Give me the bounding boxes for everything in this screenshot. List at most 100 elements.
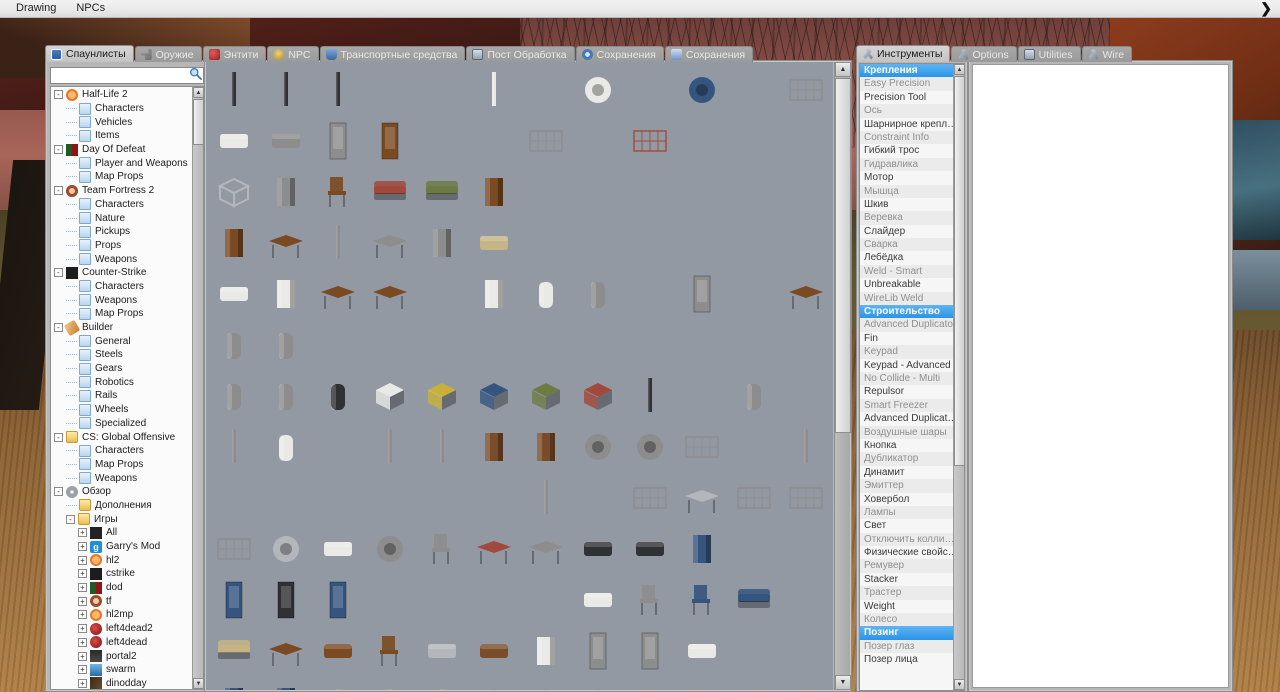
tool-item-мотор[interactable]: Мотор — [860, 171, 953, 184]
tree-node-player-and-weapons[interactable]: Player and Weapons — [51, 156, 192, 170]
tree-node-characters[interactable]: Characters — [51, 102, 192, 116]
spawnicon-stool-wood[interactable] — [364, 625, 415, 676]
spawnicon-bench-red[interactable] — [468, 523, 519, 574]
tool-item-advanced-duplicat-[interactable]: Advanced Duplicat… — [860, 412, 953, 425]
spawnicon-tree-dark[interactable] — [625, 370, 676, 421]
spawnicon-crate-frame-white[interactable] — [364, 370, 415, 421]
tab-оружие[interactable]: Оружие — [135, 46, 202, 62]
tool-item-леб-дка[interactable]: Лебёдка — [860, 251, 953, 264]
spawnicon-bench-metal[interactable] — [677, 472, 728, 523]
spawnicon-locker-blue[interactable] — [677, 523, 728, 574]
spawnicon-radiator-white[interactable] — [208, 115, 259, 166]
spawnicon-sofa-green[interactable] — [416, 166, 467, 217]
tree-scroll-down-button[interactable]: ▼ — [193, 678, 204, 689]
tree-node-specialized[interactable]: Specialized — [51, 417, 192, 431]
tool-item-сварка[interactable]: Сварка — [860, 238, 953, 251]
tree-node-team-fortress-2[interactable]: -Team Fortress 2 — [51, 184, 192, 198]
spawnicon-rock-grey[interactable] — [573, 676, 624, 690]
tab-энтити[interactable]: Энтити — [203, 46, 267, 62]
tool-item-свет[interactable]: Свет — [860, 519, 953, 532]
spawnicon-barrel-rust2[interactable] — [520, 421, 571, 472]
spawnicon-crate-tan2[interactable] — [364, 676, 415, 690]
spawnicon-rod-dark3[interactable] — [312, 64, 363, 115]
tree-node-all[interactable]: +All — [51, 526, 192, 540]
spawnicon-tv-black[interactable] — [573, 523, 624, 574]
spawnicon-table-round[interactable] — [520, 523, 571, 574]
tab-сохранения[interactable]: Сохранения — [576, 46, 664, 62]
collapse-icon[interactable]: - — [54, 186, 63, 195]
spawnicon-bread-tray[interactable] — [260, 115, 311, 166]
tree-node-обзор[interactable]: -Обзор — [51, 485, 192, 499]
tree-node-left4dead2[interactable]: +left4dead2 — [51, 622, 192, 636]
tool-item-keypad-advanced[interactable]: Keypad - Advanced — [860, 359, 953, 372]
spawnicon-desk-wood[interactable] — [260, 625, 311, 676]
tree-node-steels[interactable]: Steels — [51, 348, 192, 362]
spawnicon-barrel-rust[interactable] — [468, 421, 519, 472]
tool-item-физические-свойс-[interactable]: Физические свойс… — [860, 546, 953, 559]
tree-node-vehicles[interactable]: Vehicles — [51, 115, 192, 129]
spawnicon-scroll-thumb[interactable] — [835, 78, 851, 433]
spawnicon-crate-orange[interactable] — [625, 676, 676, 690]
tool-item-ховербол[interactable]: Ховербол — [860, 493, 953, 506]
spawnicon-barred-window[interactable] — [625, 115, 676, 166]
spawnicon-door-panel2[interactable] — [625, 625, 676, 676]
tree-node-garry-s-mod[interactable]: +gGarry's Mod — [51, 540, 192, 554]
spawnicon-pillar-white[interactable] — [520, 268, 571, 319]
tree-node-props[interactable]: Props — [51, 239, 192, 253]
spawnicon-door-grey[interactable] — [312, 115, 363, 166]
expand-icon[interactable]: + — [78, 624, 87, 633]
tree-node-rails[interactable]: Rails — [51, 389, 192, 403]
tool-item-no-collide-multi[interactable]: No Collide - Multi — [860, 372, 953, 385]
tool-item-repulsor[interactable]: Repulsor — [860, 385, 953, 398]
spawnicon-dome-white[interactable] — [573, 64, 624, 115]
spawnicon-chainlink-small[interactable] — [520, 115, 571, 166]
spawnicon-pillar-stone[interactable] — [729, 370, 780, 421]
expand-icon[interactable]: + — [78, 652, 87, 661]
tool-item-динамит[interactable]: Динамит — [860, 466, 953, 479]
tool-item-слайдер[interactable]: Слайдер — [860, 225, 953, 238]
collapse-icon[interactable]: - — [54, 433, 63, 442]
tree-node-weapons[interactable]: Weapons — [51, 471, 192, 485]
tool-item-unbreakable[interactable]: Unbreakable — [860, 278, 953, 291]
tools-scrollbar[interactable]: ▲ ▼ — [953, 64, 964, 690]
spawnicon-armchair-tan[interactable] — [208, 625, 259, 676]
spawnicon-lamp-shade-white[interactable] — [468, 64, 519, 115]
spawnicon-crate-orange2[interactable] — [677, 676, 728, 690]
spawnicon-wheel-tire[interactable] — [625, 421, 676, 472]
spawnicon-dresser-wood[interactable] — [208, 217, 259, 268]
tool-item-позер-глаз[interactable]: Позер глаз — [860, 640, 953, 653]
tool-item-precision-tool[interactable]: Precision Tool — [860, 91, 953, 104]
spawnicon-rail-fence[interactable] — [208, 523, 259, 574]
spawnicon-fridge-white[interactable] — [520, 625, 571, 676]
tab-wire[interactable]: Wire — [1082, 46, 1133, 62]
tab-транспортные-средства[interactable]: Транспортные средства — [320, 46, 466, 62]
tree-node-characters[interactable]: Characters — [51, 280, 192, 294]
spawnicon-lamp-street[interactable] — [520, 472, 571, 523]
tab-спаунлисты[interactable]: Спаунлисты — [45, 45, 134, 62]
tree-node-counter-strike[interactable]: -Counter-Strike — [51, 266, 192, 280]
spawnicon-fan-industrial[interactable] — [573, 421, 624, 472]
tree-node-cs-global-offensive[interactable]: -CS: Global Offensive — [51, 430, 192, 444]
tree-node-left4dead[interactable]: +left4dead — [51, 636, 192, 650]
tree-node-dod[interactable]: +dod — [51, 581, 192, 595]
chevron-right-icon[interactable]: ❯ — [1260, 0, 1272, 17]
spawnicon-chair-wood[interactable] — [312, 166, 363, 217]
spawnicon-crate-grey2[interactable] — [520, 676, 571, 690]
collapse-icon[interactable]: - — [54, 145, 63, 154]
tree-node-weapons[interactable]: Weapons — [51, 293, 192, 307]
spawnicon-sofa-red[interactable] — [364, 166, 415, 217]
tab-options[interactable]: Options — [951, 46, 1016, 62]
tools-scroll-up-button[interactable]: ▲ — [954, 64, 965, 75]
expand-icon[interactable]: + — [78, 583, 87, 592]
spawnicon-panel-dark[interactable] — [260, 574, 311, 625]
tool-item-wirelib-weld[interactable]: WireLib Weld — [860, 292, 953, 305]
spawnicon-chair-wicker[interactable] — [625, 574, 676, 625]
spawnicon-radiator-rust[interactable] — [468, 625, 519, 676]
tree-node-weapons[interactable]: Weapons — [51, 252, 192, 266]
tree-node-robotics[interactable]: Robotics — [51, 375, 192, 389]
menu-item-drawing[interactable]: Drawing — [6, 0, 66, 17]
tools-list[interactable]: КрепленияEasy PrecisionPrecision ToolОсь… — [860, 64, 953, 690]
spawnicon-table-brown2[interactable] — [364, 268, 415, 319]
tool-item-weld-smart[interactable]: Weld - Smart — [860, 265, 953, 278]
spawnicon-rod-dark2[interactable] — [260, 64, 311, 115]
